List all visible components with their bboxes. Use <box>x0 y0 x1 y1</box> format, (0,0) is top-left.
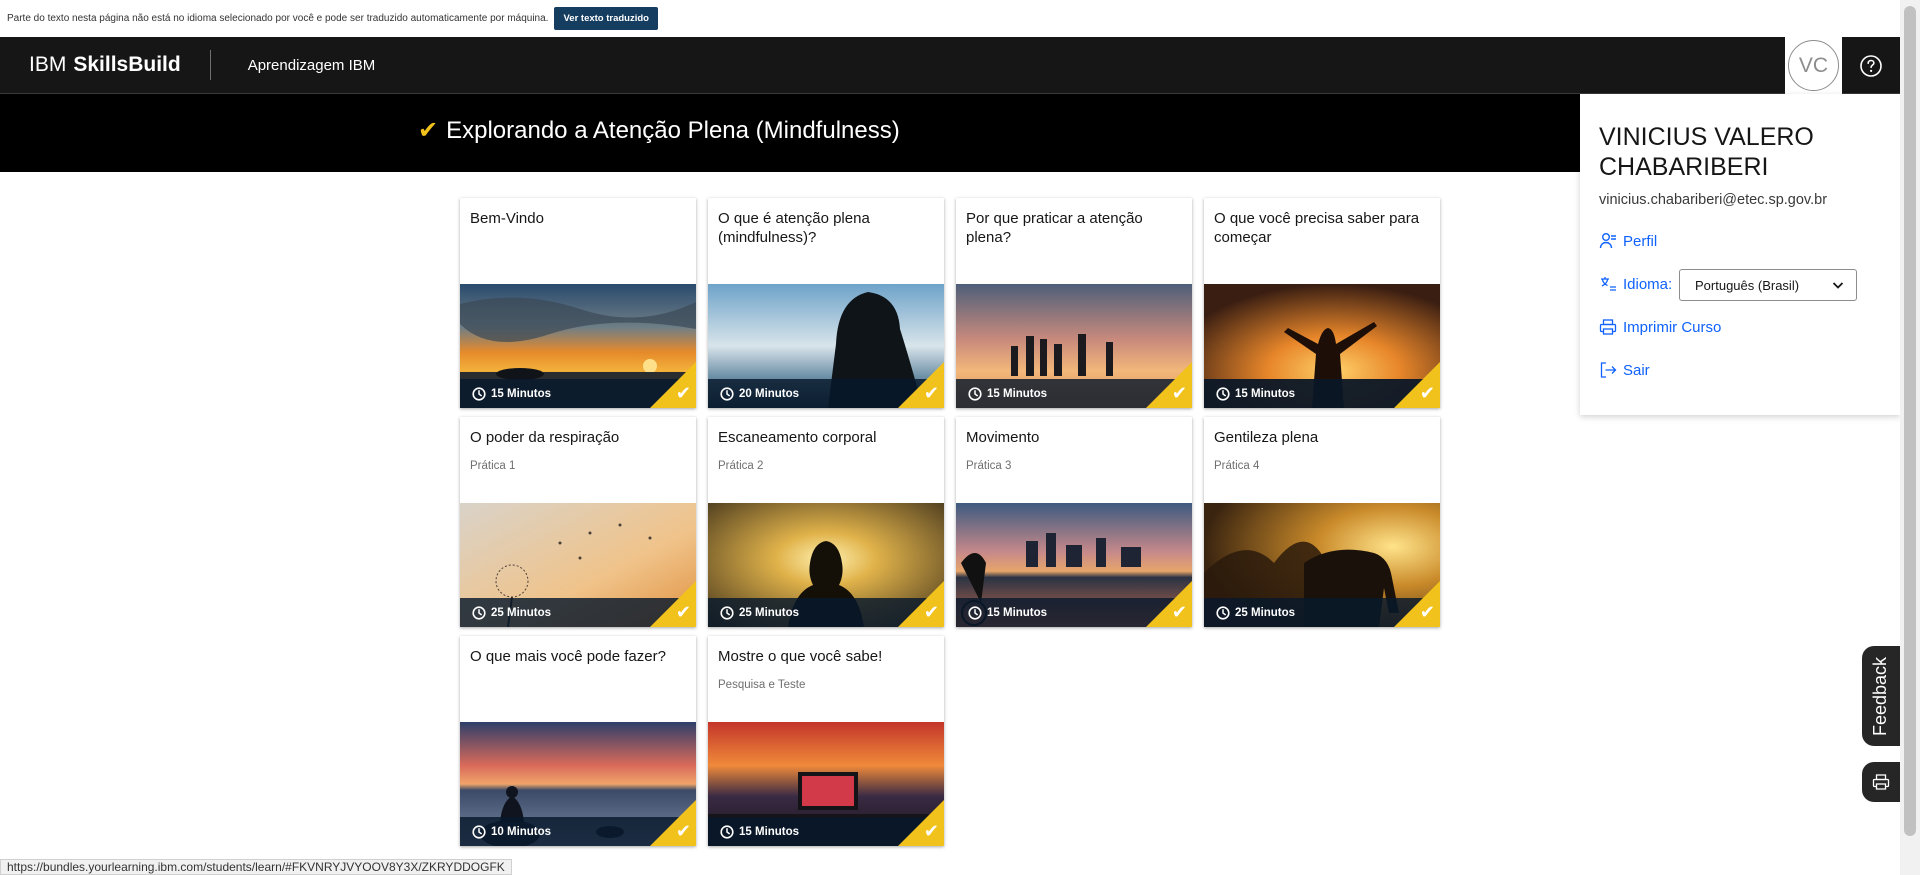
card-duration: 20 Minutos <box>739 387 800 400</box>
card-title: Bem-Vindo <box>470 210 544 227</box>
print-floating-button[interactable] <box>1862 762 1900 802</box>
module-card[interactable]: O que é atenção plena (mindfulness)? 20 … <box>708 198 944 408</box>
user-profile-icon <box>1599 233 1616 249</box>
brand-logo[interactable]: IBM SkillsBuild <box>0 50 211 80</box>
clock-icon <box>968 605 982 620</box>
card-duration: 10 Minutos <box>491 825 552 838</box>
card-subtitle: Prática 3 <box>966 460 1012 472</box>
profile-link-label: Perfil <box>1623 232 1658 250</box>
language-icon <box>1601 277 1616 291</box>
clock-icon <box>720 824 734 839</box>
feedback-label: Feedback <box>1870 656 1891 736</box>
clock-icon <box>968 386 982 401</box>
card-subtitle: Prática 1 <box>470 460 516 472</box>
course-title: ✔ Explorando a Atenção Plena (Mindfulnes… <box>418 116 900 145</box>
clock-icon <box>472 386 486 401</box>
clock-icon <box>1216 605 1230 620</box>
logout-link[interactable]: Sair <box>1599 361 1650 379</box>
profile-panel: VINICIUS VALERO CHABARIBERI vinicius.cha… <box>1580 94 1900 415</box>
clock-icon <box>720 605 734 620</box>
checkmark-icon: ✔ <box>1171 602 1187 623</box>
language-setting: Idioma: <box>1599 275 1672 293</box>
clock-icon <box>720 386 734 401</box>
brand-prefix: IBM <box>29 53 67 76</box>
course-title-text: Explorando a Atenção Plena (Mindfulness) <box>446 116 900 144</box>
card-title: O que mais você pode fazer? <box>470 648 666 665</box>
nav-link-ibm-learning[interactable]: Aprendizagem IBM <box>248 57 376 74</box>
view-translated-text-button[interactable]: Ver texto traduzido <box>554 7 658 30</box>
status-bar-url: https://bundles.yourlearning.ibm.com/stu… <box>0 859 512 875</box>
card-title: Movimento <box>966 429 1040 446</box>
card-duration: 15 Minutos <box>987 387 1048 400</box>
avatar: VC <box>1788 40 1839 91</box>
language-label: Idioma: <box>1623 275 1673 293</box>
user-avatar-button[interactable]: VC <box>1785 37 1842 94</box>
card-title: Por que praticar a atenção plena? <box>966 210 1143 246</box>
module-card[interactable]: Por que praticar a atenção plena? 15 Min… <box>956 198 1192 408</box>
card-title: Gentileza plena <box>1214 429 1319 446</box>
module-card[interactable]: Escaneamento corporal Prática 2 25 Minut… <box>708 417 944 627</box>
printer-icon <box>1872 774 1890 790</box>
card-duration: 15 Minutos <box>1235 387 1296 400</box>
translation-notice-text: Parte do texto nesta página não está no … <box>7 13 549 24</box>
module-card[interactable]: Gentileza plena Prática 4 25 Minutos ✔ <box>1204 417 1440 627</box>
clock-icon <box>472 824 486 839</box>
card-title: Escaneamento corporal <box>718 429 877 446</box>
scrollbar-thumb[interactable] <box>1904 6 1916 836</box>
clock-icon <box>472 605 486 620</box>
profile-link[interactable]: Perfil <box>1599 232 1657 250</box>
logout-icon <box>1600 362 1617 378</box>
checkmark-icon: ✔ <box>675 821 691 842</box>
card-duration: 15 Minutos <box>739 825 800 838</box>
checkmark-icon: ✔ <box>923 602 939 623</box>
card-duration: 25 Minutos <box>739 606 800 619</box>
card-subtitle: Prática 2 <box>718 460 764 472</box>
card-duration: 15 Minutos <box>491 387 552 400</box>
language-select[interactable]: Português (Brasil) <box>1679 269 1857 301</box>
module-card[interactable]: O que você precisa saber para começar 15… <box>1204 198 1440 408</box>
translation-notice: Parte do texto nesta página não está no … <box>0 0 1920 37</box>
language-select-value: Português (Brasil) <box>1695 277 1800 293</box>
card-title: O que você precisa saber para começar <box>1214 210 1420 246</box>
profile-email: vinicius.chabariberi@etec.sp.gov.br <box>1599 192 1828 208</box>
module-card[interactable]: Bem-Vindo 15 Minutos ✔ <box>460 198 696 408</box>
checkmark-icon: ✔ <box>1419 602 1435 623</box>
checkmark-icon: ✔ <box>1419 383 1435 404</box>
checkmark-icon: ✔ <box>923 383 939 404</box>
module-card[interactable]: O poder da respiração Prática 1 25 Minut… <box>460 417 696 627</box>
checkmark-icon: ✔ <box>1171 383 1187 404</box>
module-card[interactable]: Mostre o que você sabe! Pesquisa e Teste… <box>708 636 944 846</box>
printer-icon <box>1599 319 1617 335</box>
card-duration: 15 Minutos <box>987 606 1048 619</box>
card-title: Mostre o que você sabe! <box>718 648 883 665</box>
card-title: O poder da respiração <box>470 429 620 446</box>
card-title: O que é atenção plena (mindfulness)? <box>718 210 870 246</box>
module-card[interactable]: Movimento Prática 3 15 Minutos ✔ <box>956 417 1192 627</box>
card-subtitle: Prática 4 <box>1214 460 1260 472</box>
checkmark-icon: ✔ <box>675 602 691 623</box>
brand-name: SkillsBuild <box>73 53 181 76</box>
feedback-button[interactable]: Feedback <box>1862 646 1900 746</box>
checkmark-icon: ✔ <box>923 821 939 842</box>
print-course-label: Imprimir Curso <box>1623 318 1722 336</box>
checkmark-icon: ✔ <box>675 383 691 404</box>
help-icon <box>1860 54 1882 77</box>
completed-check-icon: ✔ <box>418 117 439 144</box>
card-duration: 25 Minutos <box>1235 606 1296 619</box>
clock-icon <box>1216 386 1230 401</box>
chevron-down-icon <box>1832 282 1844 289</box>
card-subtitle: Pesquisa e Teste <box>718 679 806 691</box>
logout-label: Sair <box>1623 361 1650 379</box>
help-button[interactable] <box>1842 37 1900 94</box>
profile-name: VINICIUS VALERO CHABARIBERI <box>1599 123 1814 181</box>
card-duration: 25 Minutos <box>491 606 552 619</box>
module-card[interactable]: O que mais você pode fazer? 10 Minutos ✔ <box>460 636 696 846</box>
top-navigation-bar: IBM SkillsBuild Aprendizagem IBM VC <box>0 37 1900 94</box>
page-scrollbar[interactable] <box>1900 0 1920 875</box>
print-course-link[interactable]: Imprimir Curso <box>1599 318 1721 336</box>
